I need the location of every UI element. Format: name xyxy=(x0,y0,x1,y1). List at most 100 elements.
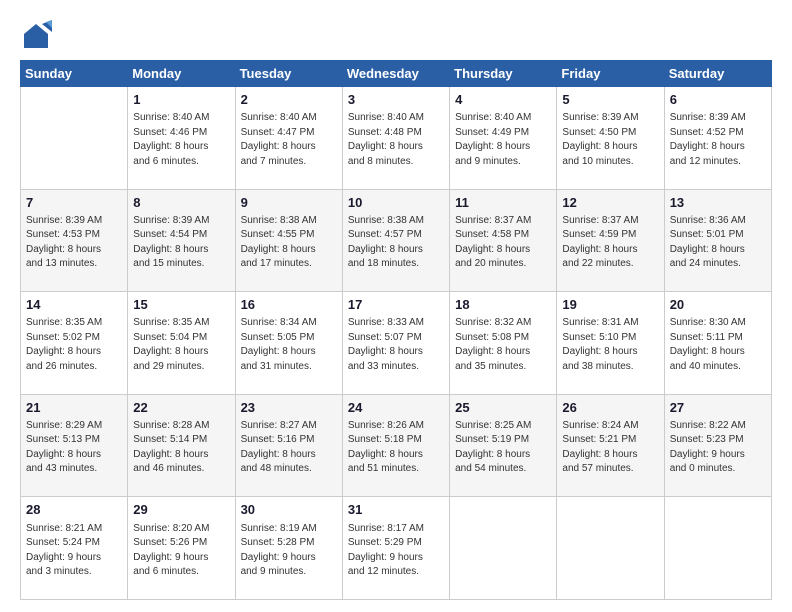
day-info: Sunrise: 8:40 AM Sunset: 4:49 PM Dayligh… xyxy=(455,111,551,169)
calendar-table: SundayMondayTuesdayWednesdayThursdayFrid… xyxy=(20,60,772,600)
calendar-cell xyxy=(557,497,664,600)
calendar-cell: 10 Sunrise: 8:38 AM Sunset: 4:57 PM Dayli… xyxy=(342,189,449,292)
day-number: 25 xyxy=(455,399,551,417)
calendar-row: 14 Sunrise: 8:35 AM Sunset: 5:02 PM Dayli… xyxy=(21,292,772,395)
calendar-cell: 4 Sunrise: 8:40 AM Sunset: 4:49 PM Daylig… xyxy=(450,87,557,190)
calendar-cell: 15 Sunrise: 8:35 AM Sunset: 5:04 PM Dayli… xyxy=(128,292,235,395)
calendar-cell: 7 Sunrise: 8:39 AM Sunset: 4:53 PM Daylig… xyxy=(21,189,128,292)
calendar-cell: 29 Sunrise: 8:20 AM Sunset: 5:26 PM Dayli… xyxy=(128,497,235,600)
day-info: Sunrise: 8:39 AM Sunset: 4:53 PM Dayligh… xyxy=(26,214,122,272)
day-number: 8 xyxy=(133,194,229,212)
day-number: 15 xyxy=(133,296,229,314)
weekday-header-tuesday: Tuesday xyxy=(235,61,342,87)
day-number: 2 xyxy=(241,91,337,109)
day-info: Sunrise: 8:35 AM Sunset: 5:04 PM Dayligh… xyxy=(133,316,229,374)
day-info: Sunrise: 8:35 AM Sunset: 5:02 PM Dayligh… xyxy=(26,316,122,374)
calendar-cell: 16Sunrise: 8:34 AM Sunset: 5:05 PM Dayli… xyxy=(235,292,342,395)
weekday-header-row: SundayMondayTuesdayWednesdayThursdayFrid… xyxy=(21,61,772,87)
day-info: Sunrise: 8:17 AM Sunset: 5:29 PM Dayligh… xyxy=(348,522,444,580)
day-number: 24 xyxy=(348,399,444,417)
day-number: 10 xyxy=(348,194,444,212)
day-number: 17 xyxy=(348,296,444,314)
day-info: Sunrise: 8:19 AM Sunset: 5:28 PM Dayligh… xyxy=(241,522,337,580)
day-info: Sunrise: 8:33 AM Sunset: 5:07 PM Dayligh… xyxy=(348,316,444,374)
day-info: Sunrise: 8:36 AM Sunset: 5:01 PM Dayligh… xyxy=(670,214,766,272)
day-info: Sunrise: 8:39 AM Sunset: 4:54 PM Dayligh… xyxy=(133,214,229,272)
day-info: Sunrise: 8:30 AM Sunset: 5:11 PM Dayligh… xyxy=(670,316,766,374)
weekday-header-sunday: Sunday xyxy=(21,61,128,87)
day-info: Sunrise: 8:20 AM Sunset: 5:26 PM Dayligh… xyxy=(133,522,229,580)
day-number: 13 xyxy=(670,194,766,212)
day-number: 6 xyxy=(670,91,766,109)
logo-icon xyxy=(20,20,52,52)
day-number: 23 xyxy=(241,399,337,417)
calendar-cell xyxy=(664,497,771,600)
calendar-cell: 23 Sunrise: 8:27 AM Sunset: 5:16 PM Dayli… xyxy=(235,394,342,497)
weekday-header-wednesday: Wednesday xyxy=(342,61,449,87)
calendar-cell: 19 Sunrise: 8:31 AM Sunset: 5:10 PM Dayli… xyxy=(557,292,664,395)
weekday-header-saturday: Saturday xyxy=(664,61,771,87)
day-info: Sunrise: 8:21 AM Sunset: 5:24 PM Dayligh… xyxy=(26,522,122,580)
day-info: Sunrise: 8:24 AM Sunset: 5:21 PM Dayligh… xyxy=(562,419,658,477)
day-number: 11 xyxy=(455,194,551,212)
day-number: 18 xyxy=(455,296,551,314)
day-number: 20 xyxy=(670,296,766,314)
day-info: Sunrise: 8:40 AM Sunset: 4:48 PM Dayligh… xyxy=(348,111,444,169)
calendar-cell: 21 Sunrise: 8:29 AM Sunset: 5:13 PM Dayli… xyxy=(21,394,128,497)
calendar-cell: 28Sunrise: 8:21 AM Sunset: 5:24 PM Dayli… xyxy=(21,497,128,600)
day-info: Sunrise: 8:25 AM Sunset: 5:19 PM Dayligh… xyxy=(455,419,551,477)
day-number: 21 xyxy=(26,399,122,417)
day-number: 26 xyxy=(562,399,658,417)
day-info: Sunrise: 8:22 AM Sunset: 5:23 PM Dayligh… xyxy=(670,419,766,477)
header xyxy=(20,16,772,52)
day-info: Sunrise: 8:37 AM Sunset: 4:58 PM Dayligh… xyxy=(455,214,551,272)
calendar-cell: 22Sunrise: 8:28 AM Sunset: 5:14 PM Dayli… xyxy=(128,394,235,497)
day-info: Sunrise: 8:39 AM Sunset: 4:52 PM Dayligh… xyxy=(670,111,766,169)
day-info: Sunrise: 8:38 AM Sunset: 4:55 PM Dayligh… xyxy=(241,214,337,272)
calendar-cell: 3 Sunrise: 8:40 AM Sunset: 4:48 PM Daylig… xyxy=(342,87,449,190)
day-info: Sunrise: 8:27 AM Sunset: 5:16 PM Dayligh… xyxy=(241,419,337,477)
day-info: Sunrise: 8:26 AM Sunset: 5:18 PM Dayligh… xyxy=(348,419,444,477)
calendar-cell: 12 Sunrise: 8:37 AM Sunset: 4:59 PM Dayli… xyxy=(557,189,664,292)
day-number: 9 xyxy=(241,194,337,212)
calendar-row: 7 Sunrise: 8:39 AM Sunset: 4:53 PM Daylig… xyxy=(21,189,772,292)
day-number: 7 xyxy=(26,194,122,212)
day-number: 3 xyxy=(348,91,444,109)
day-number: 29 xyxy=(133,501,229,519)
calendar-row: 28Sunrise: 8:21 AM Sunset: 5:24 PM Dayli… xyxy=(21,497,772,600)
calendar-cell: 31Sunrise: 8:17 AM Sunset: 5:29 PM Dayli… xyxy=(342,497,449,600)
day-number: 14 xyxy=(26,296,122,314)
calendar-cell: 1Sunrise: 8:40 AM Sunset: 4:46 PM Daylig… xyxy=(128,87,235,190)
calendar-cell: 25 Sunrise: 8:25 AM Sunset: 5:19 PM Dayli… xyxy=(450,394,557,497)
calendar-cell: 27 Sunrise: 8:22 AM Sunset: 5:23 PM Dayli… xyxy=(664,394,771,497)
day-info: Sunrise: 8:28 AM Sunset: 5:14 PM Dayligh… xyxy=(133,419,229,477)
day-number: 30 xyxy=(241,501,337,519)
calendar-cell: 13 Sunrise: 8:36 AM Sunset: 5:01 PM Dayli… xyxy=(664,189,771,292)
day-info: Sunrise: 8:32 AM Sunset: 5:08 PM Dayligh… xyxy=(455,316,551,374)
calendar-cell: 5 Sunrise: 8:39 AM Sunset: 4:50 PM Daylig… xyxy=(557,87,664,190)
calendar-cell xyxy=(21,87,128,190)
day-number: 12 xyxy=(562,194,658,212)
calendar-cell: 11 Sunrise: 8:37 AM Sunset: 4:58 PM Dayli… xyxy=(450,189,557,292)
day-number: 19 xyxy=(562,296,658,314)
calendar-cell: 14 Sunrise: 8:35 AM Sunset: 5:02 PM Dayli… xyxy=(21,292,128,395)
day-info: Sunrise: 8:31 AM Sunset: 5:10 PM Dayligh… xyxy=(562,316,658,374)
day-info: Sunrise: 8:40 AM Sunset: 4:47 PM Dayligh… xyxy=(241,111,337,169)
day-info: Sunrise: 8:29 AM Sunset: 5:13 PM Dayligh… xyxy=(26,419,122,477)
calendar-cell: 2 Sunrise: 8:40 AM Sunset: 4:47 PM Daylig… xyxy=(235,87,342,190)
calendar-cell: 24 Sunrise: 8:26 AM Sunset: 5:18 PM Dayli… xyxy=(342,394,449,497)
day-number: 4 xyxy=(455,91,551,109)
calendar-cell: 20 Sunrise: 8:30 AM Sunset: 5:11 PM Dayli… xyxy=(664,292,771,395)
calendar-cell: 8 Sunrise: 8:39 AM Sunset: 4:54 PM Daylig… xyxy=(128,189,235,292)
calendar-row: 1Sunrise: 8:40 AM Sunset: 4:46 PM Daylig… xyxy=(21,87,772,190)
day-number: 5 xyxy=(562,91,658,109)
day-info: Sunrise: 8:38 AM Sunset: 4:57 PM Dayligh… xyxy=(348,214,444,272)
page: SundayMondayTuesdayWednesdayThursdayFrid… xyxy=(0,0,792,612)
weekday-header-friday: Friday xyxy=(557,61,664,87)
day-number: 27 xyxy=(670,399,766,417)
calendar-cell: 9 Sunrise: 8:38 AM Sunset: 4:55 PM Daylig… xyxy=(235,189,342,292)
day-info: Sunrise: 8:37 AM Sunset: 4:59 PM Dayligh… xyxy=(562,214,658,272)
calendar-cell: 6 Sunrise: 8:39 AM Sunset: 4:52 PM Daylig… xyxy=(664,87,771,190)
day-info: Sunrise: 8:40 AM Sunset: 4:46 PM Dayligh… xyxy=(133,111,229,169)
day-info: Sunrise: 8:39 AM Sunset: 4:50 PM Dayligh… xyxy=(562,111,658,169)
